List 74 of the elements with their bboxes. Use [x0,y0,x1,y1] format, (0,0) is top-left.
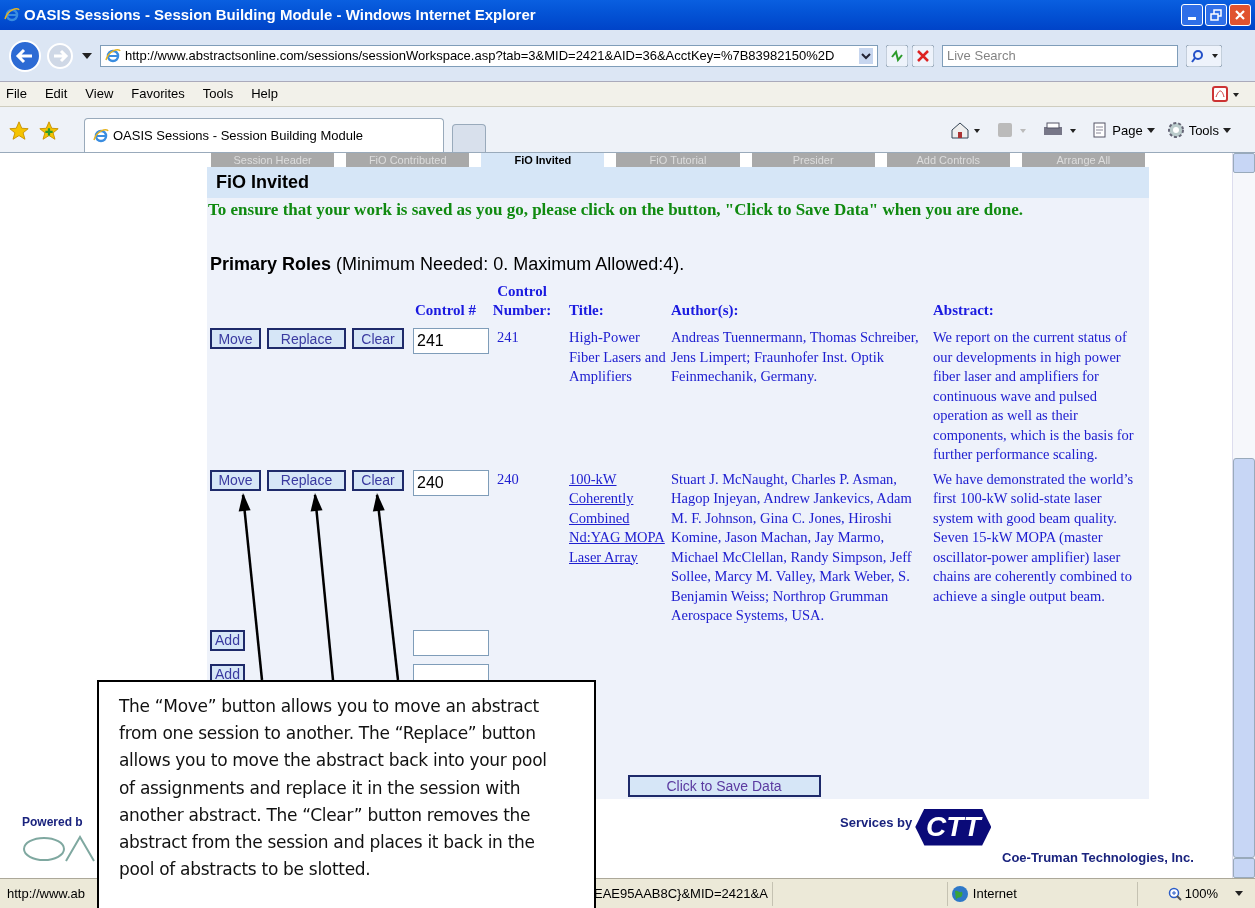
zoom-icon [1167,886,1182,901]
browser-tab-title: OASIS Sessions - Session Building Module [113,126,363,145]
title-link[interactable]: 100-kW Coherently Combined Nd:YAG MOPA Laser Array [569,469,671,626]
control-input[interactable] [413,629,489,656]
add-favorite-icon[interactable] [38,120,60,142]
caret-icon [1235,891,1244,896]
control-input[interactable]: 240 [413,469,489,496]
browser-tab[interactable]: OASIS Sessions - Session Building Module [84,118,444,152]
minimize-icon [1188,17,1196,20]
row-button[interactable]: Clear [352,469,404,491]
menu-item[interactable]: Edit [44,84,68,104]
services-by-text: Services by [840,813,913,832]
column-header: Abstract: [933,301,995,320]
callout-text: The “Move” button allows you to move an abstract from one session to another. The “Replace” button allows you to move the abstract back into your pool of assignments and replace it in the session with another abstract. The “Clear” button removes the abstract from the session and places it back in the pool of abstracts to be slotted. [119,695,548,882]
star-icon[interactable] [8,120,30,142]
restore-icon [1210,9,1222,21]
table-cell-text: We have demonstrated the world’s first 100-kW solid-state laser system with good beam quality. Seven 15-kW MOPA (master oscillator-power amplifier) laser chains are coherently combined to achieve a single output beam. [933,469,1135,606]
gear-icon [1166,121,1185,140]
row-button[interactable]: Clear [352,328,404,349]
refresh-button[interactable] [886,44,908,67]
table-cell-text: High-Power Fiber Lasers and Amplifiers [569,328,667,386]
window-title: OASIS Sessions - Session Building Module - Windows Internet Explorer [24,4,537,25]
zoom-button[interactable]: 100% [1136,881,1244,906]
caret-icon [1223,127,1231,133]
command-button[interactable]: Page [1092,120,1155,140]
powered-by-text: Powered b [22,813,84,831]
save-notice: To ensure that your work is saved as you go, please click on the button, "Click to Save Data" when you are done. [207,199,1024,221]
row-button[interactable]: Move [210,469,261,491]
row-button[interactable]: Replace [267,469,346,491]
close-icon [1234,9,1246,21]
search-button[interactable] [1186,44,1222,67]
caret-icon[interactable] [859,47,873,64]
menu-item[interactable]: View [85,84,114,104]
minimize-button[interactable] [1181,4,1203,26]
ie-logo-icon [4,7,20,23]
menu-item[interactable]: Favorites [131,84,185,104]
table-cell-text: 240 [496,469,520,489]
table-cell-text: Andreas Tuennermann, Thomas Schreiber, Jens Limpert; Fraunhofer Inst. Optik Feinmechanik, Germany. [671,328,920,386]
column-header: Author(s): [671,301,740,320]
caret-icon[interactable] [82,52,92,59]
ctt-logo: CTT [915,808,992,846]
table-cell-text: 241 [496,328,520,347]
row-button[interactable]: Add [210,629,245,651]
globe-icon [950,884,969,903]
company-name: Coe-Truman Technologies, Inc. [1002,848,1194,867]
table-cell-text: Stuart J. McNaught, Charles P. Asman, Hagop Injeyan, Andrew Jankevics, Adam M. F. Johnson, Gina C. Jones, Hiroshi Komine, Jason Machan, Jay Marmo, Michael McClellan, Randy Simpson, Jeff Sollee, Marcy M. Valley, Mark Weber, S. Benjamin Weiss; Northrop Grumman Aerospace Systems, USA. [671,469,913,625]
page-tab[interactable]: FiO Invited [481,153,605,167]
column-header: Control Number: [492,282,552,320]
section-title: FiO Invited [216,171,309,194]
row-button[interactable]: Replace [267,328,346,349]
menu-item[interactable]: Tools [202,84,234,104]
menu-item[interactable]: File [6,84,27,104]
zone-text: Internet [972,884,1017,903]
search-field[interactable]: Live Search [942,44,1178,67]
pdf-icon[interactable] [1211,85,1241,103]
row-button[interactable]: Move [210,328,261,349]
caret-icon [1146,127,1155,133]
back-button[interactable] [8,38,42,73]
menu-item[interactable]: Help [251,84,278,104]
column-header: Title: [569,301,605,320]
column-header: Control # [414,301,477,320]
save-button[interactable]: Click to Save Data [627,774,821,797]
stop-button[interactable] [912,44,934,67]
status-url: http://www.ab [7,884,87,903]
status-url: EAE95AAB8C}&MID=2421&A [594,884,768,903]
address-field[interactable]: http://www.abstractsonline.com/sessions/sessionWorkspace.asp?tab=3&MID=2421&AID=36&AcctKey=%7B83982150%2D [100,44,878,67]
restore-button[interactable] [1205,4,1227,26]
table-cell-text: We report on the current status of our developments in high power fiber laser and amplifiers for continuous wave and pulsed operation as well as their components, which is the basis for further performance scaling. [933,328,1135,464]
scrollbar[interactable] [1232,153,1255,878]
control-input[interactable]: 241 [413,328,489,354]
command-button[interactable]: Tools [1166,120,1231,140]
close-button[interactable] [1229,4,1251,26]
primary-roles-heading: Primary Roles (Minimum Needed: 0. Maximum Allowed:4). [210,253,686,276]
address-text: http://www.abstractsonline.com/sessions/sessionWorkspace.asp?tab=3&MID=2421&AID=36&AcctKey=%7B83982150%2D [125,46,836,65]
